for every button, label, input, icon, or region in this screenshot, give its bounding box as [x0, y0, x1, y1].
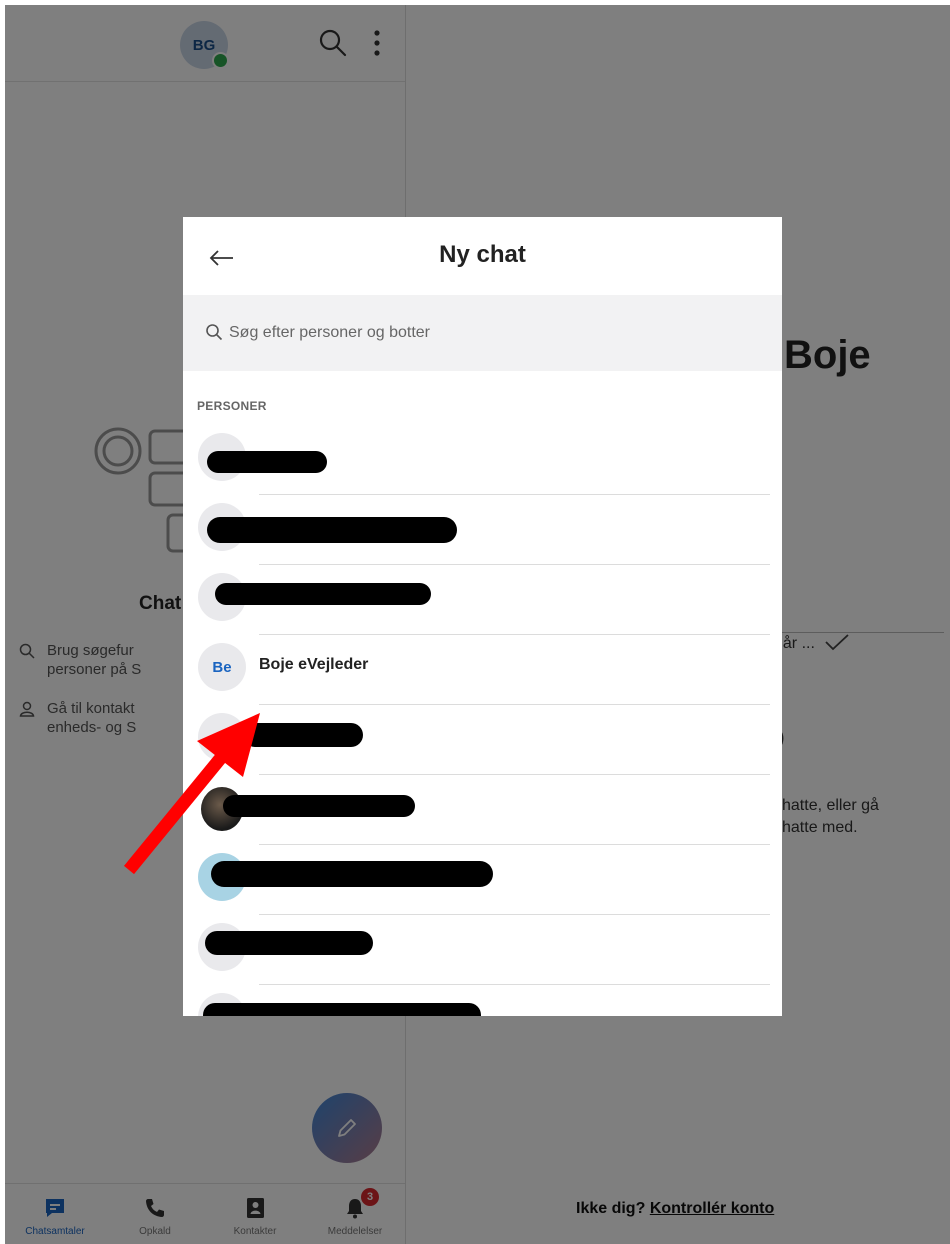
contact-row[interactable] [183, 985, 782, 1016]
redacted-name [207, 517, 457, 543]
app-frame: BG Chat Brug søgefur per [5, 5, 950, 1244]
redacted-name [203, 1003, 481, 1016]
dialog-title: Ny chat [439, 241, 526, 268]
people-search-bar[interactable] [183, 295, 782, 371]
search-icon [206, 324, 223, 341]
redacted-name [207, 451, 327, 473]
contact-row-boje-evejleder[interactable]: Be Boje eVejleder [183, 635, 782, 705]
contact-row[interactable] [183, 915, 782, 985]
contact-row[interactable] [183, 565, 782, 635]
section-label-people: PERSONER [197, 399, 267, 413]
contact-row[interactable] [183, 495, 782, 565]
new-chat-dialog: Ny chat PERSONER Be Boje [183, 217, 782, 1016]
redacted-name [205, 931, 373, 955]
contact-row[interactable] [183, 425, 782, 495]
contact-name: Boje eVejleder [259, 656, 369, 673]
annotation-arrow-icon [123, 713, 260, 875]
contact-avatar: Be [198, 643, 246, 691]
redacted-name [215, 583, 431, 605]
people-search-input[interactable] [227, 317, 751, 349]
dialog-header: Ny chat [183, 217, 782, 293]
